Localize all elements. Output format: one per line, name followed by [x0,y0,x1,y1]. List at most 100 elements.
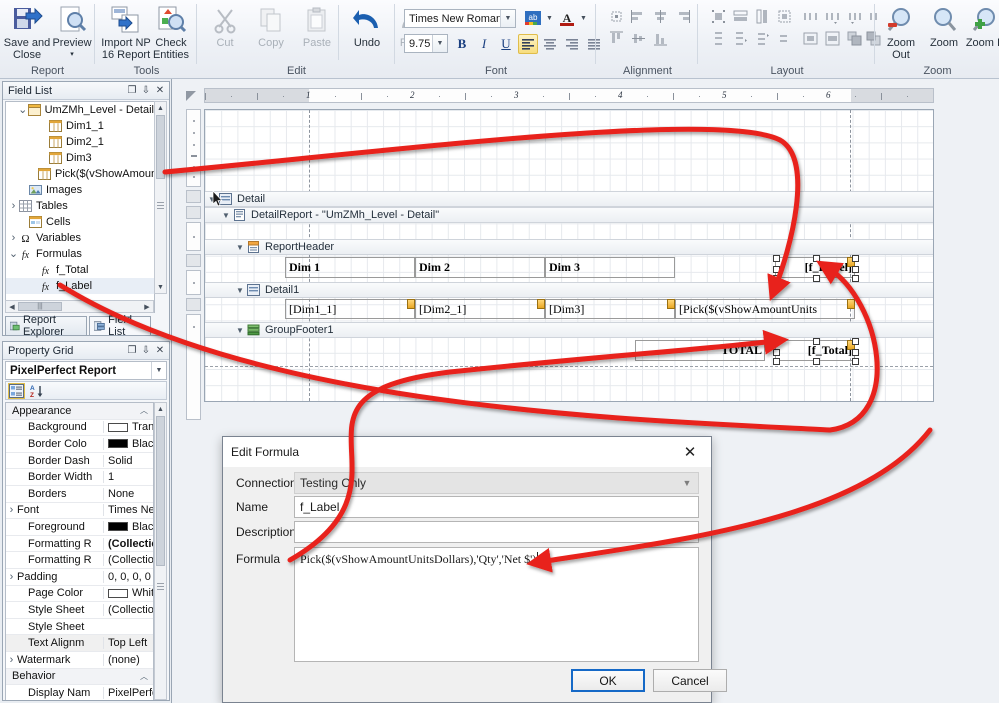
property-row[interactable]: Style Sheet (Collection) [6,602,153,619]
report-control[interactable]: [Dim3] [545,299,675,319]
align-centers-button[interactable] [649,5,671,27]
field-list-node[interactable]: Dim3 [6,150,154,166]
paste-button[interactable]: Paste [292,3,342,49]
report-control[interactable]: Dim 3 [545,257,675,278]
name-input[interactable]: f_Label [294,496,699,518]
align-center-button[interactable] [540,34,560,54]
chevron-down-icon[interactable]: ▼ [151,362,166,379]
band-header-report-header[interactable]: ▼ ReportHeader [205,239,933,255]
close-icon[interactable]: ✕ [153,84,167,98]
decrease-vertical-spacing-button[interactable] [751,27,773,49]
pin-icon[interactable]: ⇩ [139,84,153,98]
report-canvas[interactable]: ▼ Detail ▼ DetailReport - "UmZMh_Level -… [204,109,934,402]
categorized-icon[interactable] [8,382,25,399]
chevron-down-icon[interactable]: ▼ [233,243,247,252]
ok-button[interactable]: OK [571,669,645,692]
property-row[interactable]: Borders None [6,486,153,503]
field-list-node[interactable]: Dim2_1 [6,134,154,150]
resize-handle[interactable] [813,275,820,282]
chevron-up-icon[interactable]: ︿ [140,671,148,682]
close-icon[interactable]: ✕ [153,344,167,358]
field-list-node[interactable]: Images [6,182,154,198]
field-list-node[interactable]: fx f_Total [6,262,154,278]
align-left-button[interactable] [518,34,538,54]
cut-button[interactable]: Cut [200,3,250,49]
chevron-down-icon[interactable]: ⌄ [8,249,19,260]
resize-handle[interactable] [773,338,780,345]
chevron-down-icon[interactable]: ▼ [679,473,695,493]
band-header-detail[interactable]: ▼ Detail [205,191,933,207]
scroll-thumb[interactable] [156,115,165,179]
chevron-down-icon[interactable]: ▼ [432,35,447,52]
align-right-button[interactable] [562,34,582,54]
chevron-right-icon[interactable]: › [6,571,17,583]
font-size-combo[interactable]: 9.75 ▼ [404,34,448,53]
font-color-button[interactable]: A [556,8,578,28]
scroll-right-icon[interactable]: ▶ [141,303,153,311]
underline-button[interactable]: U [496,34,516,54]
chevron-down-icon[interactable]: ⌄ [18,105,28,116]
resize-handle[interactable] [852,265,859,273]
property-value[interactable]: Transpar... [103,421,153,434]
size-to-grid-button[interactable] [707,5,729,27]
resize-handle[interactable] [852,358,859,365]
property-value[interactable]: 1 [103,471,153,484]
chevron-up-icon[interactable]: ︿ [140,405,148,416]
text-highlight-button[interactable]: ab [522,8,544,28]
scroll-up-icon[interactable]: ▲ [155,102,166,114]
report-control[interactable]: [f_Label] [773,255,859,282]
field-list-node[interactable]: ⌄ UmZMh_Level - Detail [6,102,154,118]
cancel-button[interactable]: Cancel [653,669,727,692]
pin-icon[interactable]: ⇩ [139,344,153,358]
property-grid-vscrollbar[interactable]: ▲ [154,402,167,700]
restore-icon[interactable]: ❐ [125,344,139,358]
connection-select[interactable]: Testing Only ▼ [294,472,699,494]
tab-report-explorer[interactable]: Report Explorer [5,314,87,338]
chevron-down-icon[interactable]: ▼ [233,286,247,295]
zoom-button[interactable]: Zoom [924,3,964,49]
field-list-node[interactable]: Dim1_1 [6,118,154,134]
make-vertical-spacing-equal-button[interactable] [707,27,729,49]
scroll-left-icon[interactable]: ◀ [6,303,18,311]
undo-button[interactable]: Undo [342,3,392,49]
property-value[interactable]: Black [103,437,153,450]
resize-handle[interactable] [852,348,859,356]
tab-field-list[interactable]: Field List [89,314,151,338]
property-value[interactable]: (Collection) [103,554,153,567]
band-area-group-footer1[interactable]: TOTAL [f_Total] [205,338,933,365]
font-color-dropdown[interactable]: ▼ [578,8,589,28]
increase-horizontal-spacing-button[interactable] [821,5,843,27]
property-value[interactable]: (Collection) [103,603,153,616]
report-control[interactable]: [Dim2_1] [415,299,545,319]
italic-button[interactable]: I [474,34,494,54]
band-header-detail1[interactable]: ▼ Detail1 [205,282,933,298]
align-left-edges-button[interactable] [627,5,649,27]
property-value[interactable]: Black [103,520,153,533]
remove-vertical-spacing-button[interactable] [773,27,795,49]
center-horizontally-button[interactable] [799,27,821,49]
align-to-grid-button[interactable] [605,5,627,27]
report-control[interactable]: TOTAL [635,340,765,361]
property-row[interactable]: Formatting R (Collection) [6,552,153,569]
restore-icon[interactable]: ❐ [125,84,139,98]
property-row[interactable]: ›Font Times New Ro... [6,503,153,520]
property-row[interactable]: Background Transpar... [6,420,153,437]
chevron-right-icon[interactable]: › [6,504,17,516]
field-list-node[interactable]: Cells [6,214,154,230]
resize-handle[interactable] [813,338,820,345]
increase-vertical-spacing-button[interactable] [729,27,751,49]
resize-handle[interactable] [773,348,780,356]
property-row[interactable]: Style Sheet [6,619,153,636]
resize-handle[interactable] [773,255,780,262]
field-list-vscrollbar[interactable]: ▲ ▼ [154,101,167,294]
chevron-right-icon[interactable]: › [8,201,19,212]
sort-az-icon[interactable]: A Z [28,383,45,399]
report-control[interactable]: [Dim1_1] [285,299,415,319]
make-same-size-button[interactable] [773,5,795,27]
property-category-row[interactable]: Behavior ︿ [6,668,153,686]
align-middles-button[interactable] [627,27,649,49]
property-row[interactable]: › Padding 0, 0, 0, 0 [6,569,153,586]
bold-button[interactable]: B [452,34,472,54]
scroll-down-icon[interactable]: ▼ [155,281,166,293]
make-same-width-button[interactable] [729,5,751,27]
